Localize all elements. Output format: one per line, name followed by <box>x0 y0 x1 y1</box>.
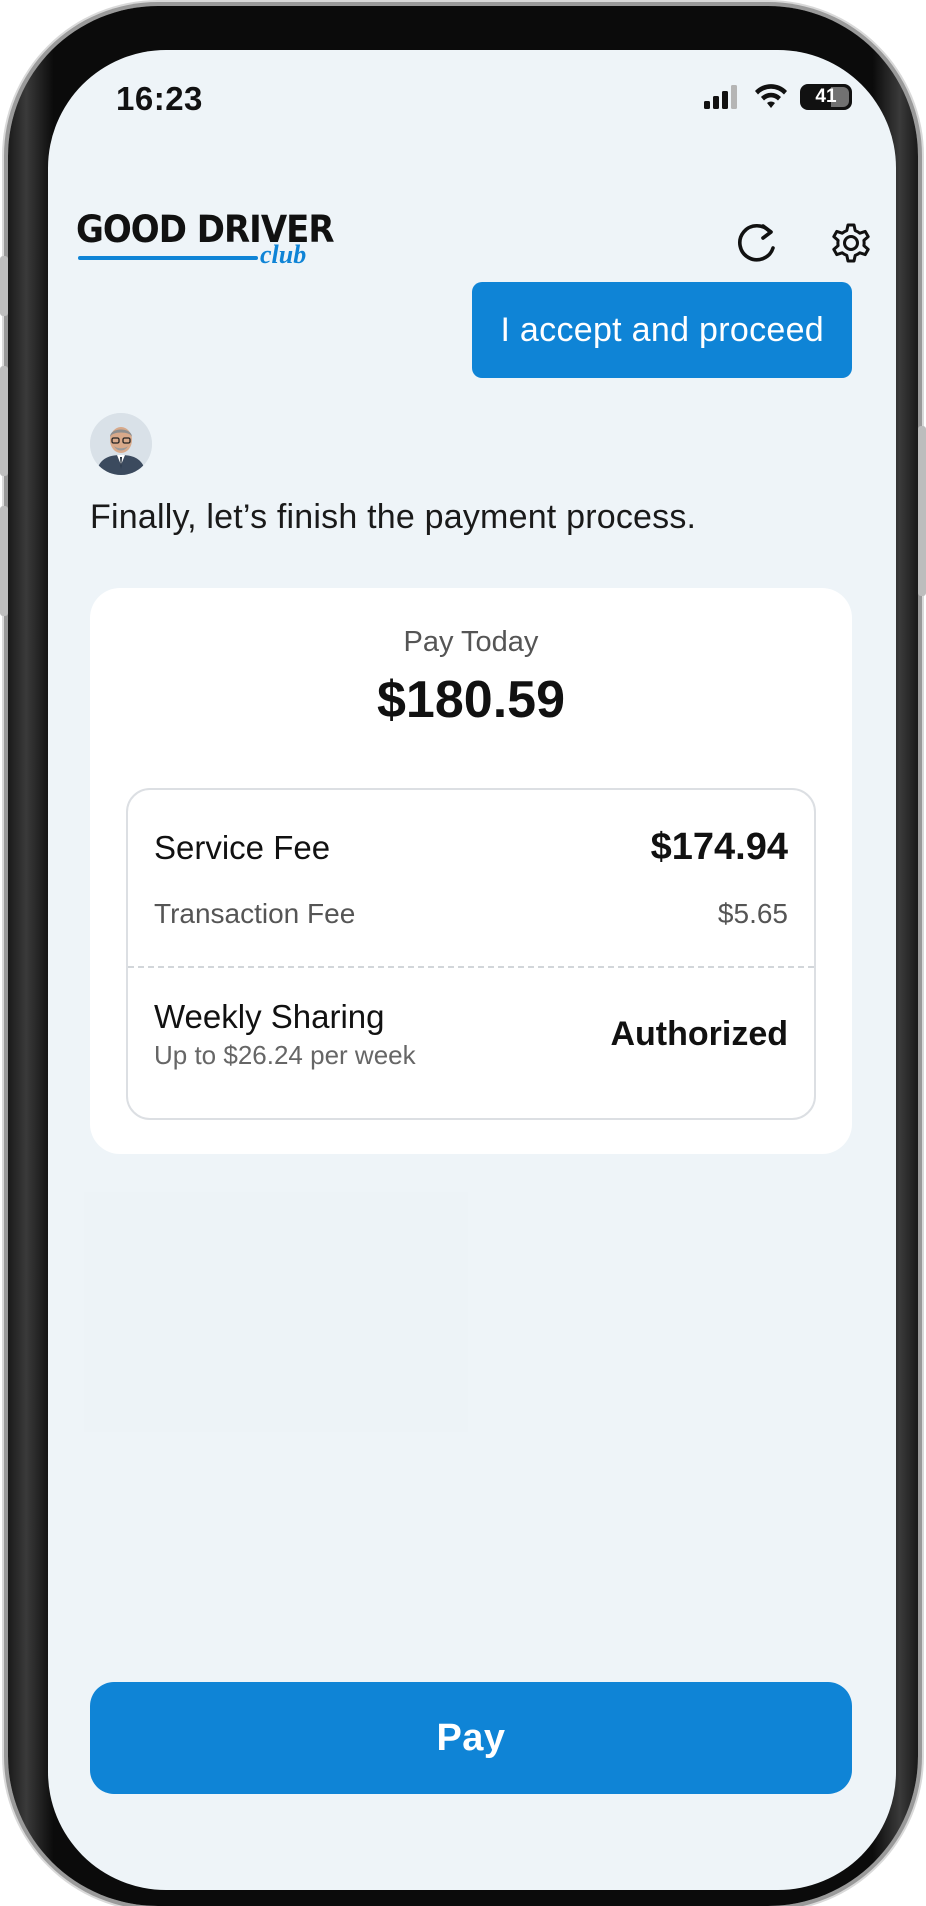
service-fee-label: Service Fee <box>154 829 331 866</box>
status-bar: 16:23 41 <box>48 50 896 150</box>
avatar <box>90 413 152 475</box>
logo-underline <box>78 256 258 260</box>
status-icons: 41 <box>704 84 852 110</box>
wifi-icon <box>755 84 787 108</box>
phone-screen: 16:23 41 GOOD DRIVER club I accept and p… <box>48 50 896 1890</box>
pay-today-amount: $180.59 <box>377 671 565 729</box>
signal-icon <box>704 85 737 109</box>
phone-side-button <box>0 366 8 476</box>
service-fee-row: Service Fee $174.94 <box>154 826 788 869</box>
weekly-sharing-text: Weekly Sharing Up to $26.24 per week <box>154 998 416 1071</box>
logo-sub-text: club <box>260 240 307 269</box>
phone-side-button <box>918 426 926 596</box>
battery-level: 41 <box>815 86 837 107</box>
refresh-icon[interactable] <box>732 218 782 268</box>
phone-side-button <box>0 256 8 316</box>
pay-today-label: Pay Today <box>403 626 539 658</box>
transaction-fee-value: $5.65 <box>717 898 788 929</box>
fee-breakdown: Service Fee $174.94 Transaction Fee $5.6… <box>126 788 816 1120</box>
battery-icon: 41 <box>800 84 852 110</box>
assistant-message: Finally, let’s finish the payment proces… <box>90 498 697 536</box>
good-driver-club-logo: GOOD DRIVER club <box>76 208 335 274</box>
weekly-sharing-label: Weekly Sharing <box>154 998 385 1035</box>
payment-summary-card: Pay Today $180.59 Service Fee $174.94 Tr… <box>90 588 852 1154</box>
pay-button[interactable]: Pay <box>90 1682 852 1794</box>
phone-side-button <box>0 506 8 616</box>
weekly-sharing-row: Weekly Sharing Up to $26.24 per week Aut… <box>154 998 788 1071</box>
user-message-bubble: I accept and proceed <box>472 282 852 378</box>
weekly-sharing-sub: Up to $26.24 per week <box>154 1040 416 1070</box>
gear-icon[interactable] <box>826 218 876 268</box>
status-time: 16:23 <box>116 80 203 117</box>
service-fee-value: $174.94 <box>650 826 788 868</box>
blank-panel <box>84 1192 468 1432</box>
app-header: GOOD DRIVER club <box>48 170 896 280</box>
transaction-fee-row: Transaction Fee $5.65 <box>154 898 788 930</box>
assistant-avatar-icon <box>90 413 152 475</box>
phone-frame: 16:23 41 GOOD DRIVER club I accept and p… <box>0 6 926 1906</box>
weekly-sharing-status: Authorized <box>610 1015 788 1053</box>
transaction-fee-label: Transaction Fee <box>154 898 356 929</box>
fee-divider <box>128 966 814 968</box>
